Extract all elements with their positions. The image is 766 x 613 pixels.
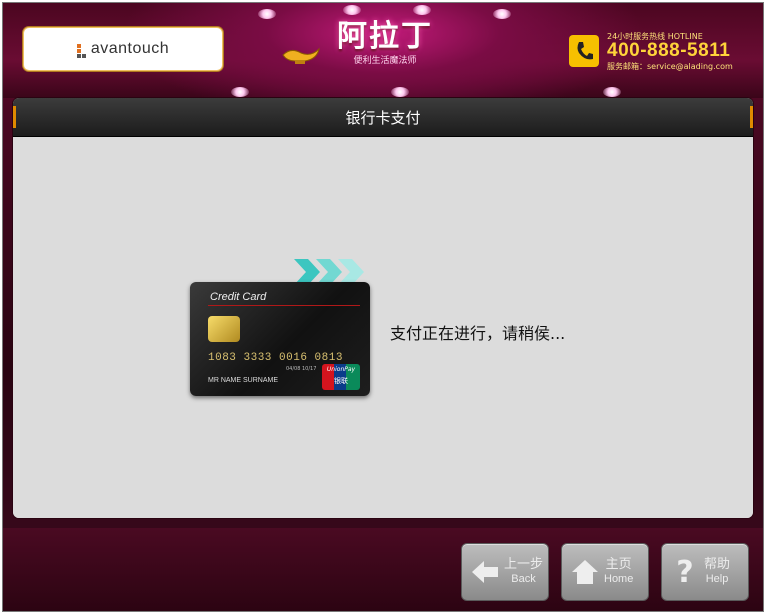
brand-logo: 阿拉丁 便利生活魔法师 <box>285 11 485 81</box>
help-button[interactable]: ? 帮助 Help <box>661 543 749 601</box>
unionpay-label-cn: 银联 <box>334 377 348 385</box>
home-button[interactable]: 主页 Home <box>561 543 649 601</box>
footer-nav: 上一步 Back 主页 Home ? 帮助 Help <box>3 528 763 611</box>
stage-light <box>258 9 276 19</box>
back-label-cn: 上一步 <box>504 557 544 572</box>
avantouch-logo: avantouch <box>23 27 223 71</box>
brand-title: 阿拉丁 <box>337 19 433 54</box>
kiosk-screen: avantouch 阿拉丁 便利生活魔法师 24小时服务热线 HOTLINE 4… <box>2 2 764 612</box>
payment-status-text: 支付正在进行，请稍侯... <box>390 324 566 343</box>
credit-card: Credit Card 1083 3333 0016 0813 04/08 10… <box>190 282 370 396</box>
phone-icon <box>569 35 599 67</box>
stage-light <box>391 87 409 97</box>
card-title: Credit Card <box>210 291 267 303</box>
card-valid-dates: 04/08 10/17 <box>286 366 317 372</box>
logo-text: avantouch <box>90 40 170 57</box>
brand-subtitle: 便利生活魔法师 <box>353 56 417 66</box>
help-label-en: Help <box>705 573 729 585</box>
header: avantouch 阿拉丁 便利生活魔法师 24小时服务热线 HOTLINE 4… <box>3 3 763 98</box>
logo-dots-icon <box>76 44 86 58</box>
card-number: 1083 3333 0016 0813 <box>208 352 343 364</box>
panel-body: Credit Card 1083 3333 0016 0813 04/08 10… <box>13 137 753 518</box>
service-email: 服务邮箱：service@alading.com <box>607 62 733 71</box>
card-illustration: Credit Card 1083 3333 0016 0813 04/08 10… <box>190 257 375 397</box>
panel-header: 银行卡支付 <box>13 98 753 137</box>
back-arrow-icon <box>470 557 500 587</box>
home-label-cn: 主页 <box>605 557 632 572</box>
back-button[interactable]: 上一步 Back <box>461 543 549 601</box>
help-label-cn: 帮助 <box>704 557 731 572</box>
unionpay-logo: UnionPay 银联 <box>322 364 360 390</box>
unionpay-label-en: UnionPay <box>326 366 356 373</box>
payment-panel: 银行卡支付 Credit Card 1083 3333 0016 0813 04… <box>13 98 753 518</box>
stage-light <box>493 9 511 19</box>
hotline-number: 400-888-5811 <box>607 40 731 61</box>
panel-title: 银行卡支付 <box>345 108 421 127</box>
chip-icon <box>208 316 240 342</box>
stage-light <box>603 87 621 97</box>
home-label-en: Home <box>604 573 634 585</box>
hotline: 24小时服务热线 HOTLINE 400-888-5811 服务邮箱：servi… <box>569 31 749 75</box>
home-icon <box>570 557 600 587</box>
help-icon: ? <box>676 554 694 590</box>
back-label-en: Back <box>511 573 536 585</box>
card-holder: MR NAME SURNAME <box>208 377 279 384</box>
stage-light <box>231 87 249 97</box>
card-divider <box>208 305 360 306</box>
